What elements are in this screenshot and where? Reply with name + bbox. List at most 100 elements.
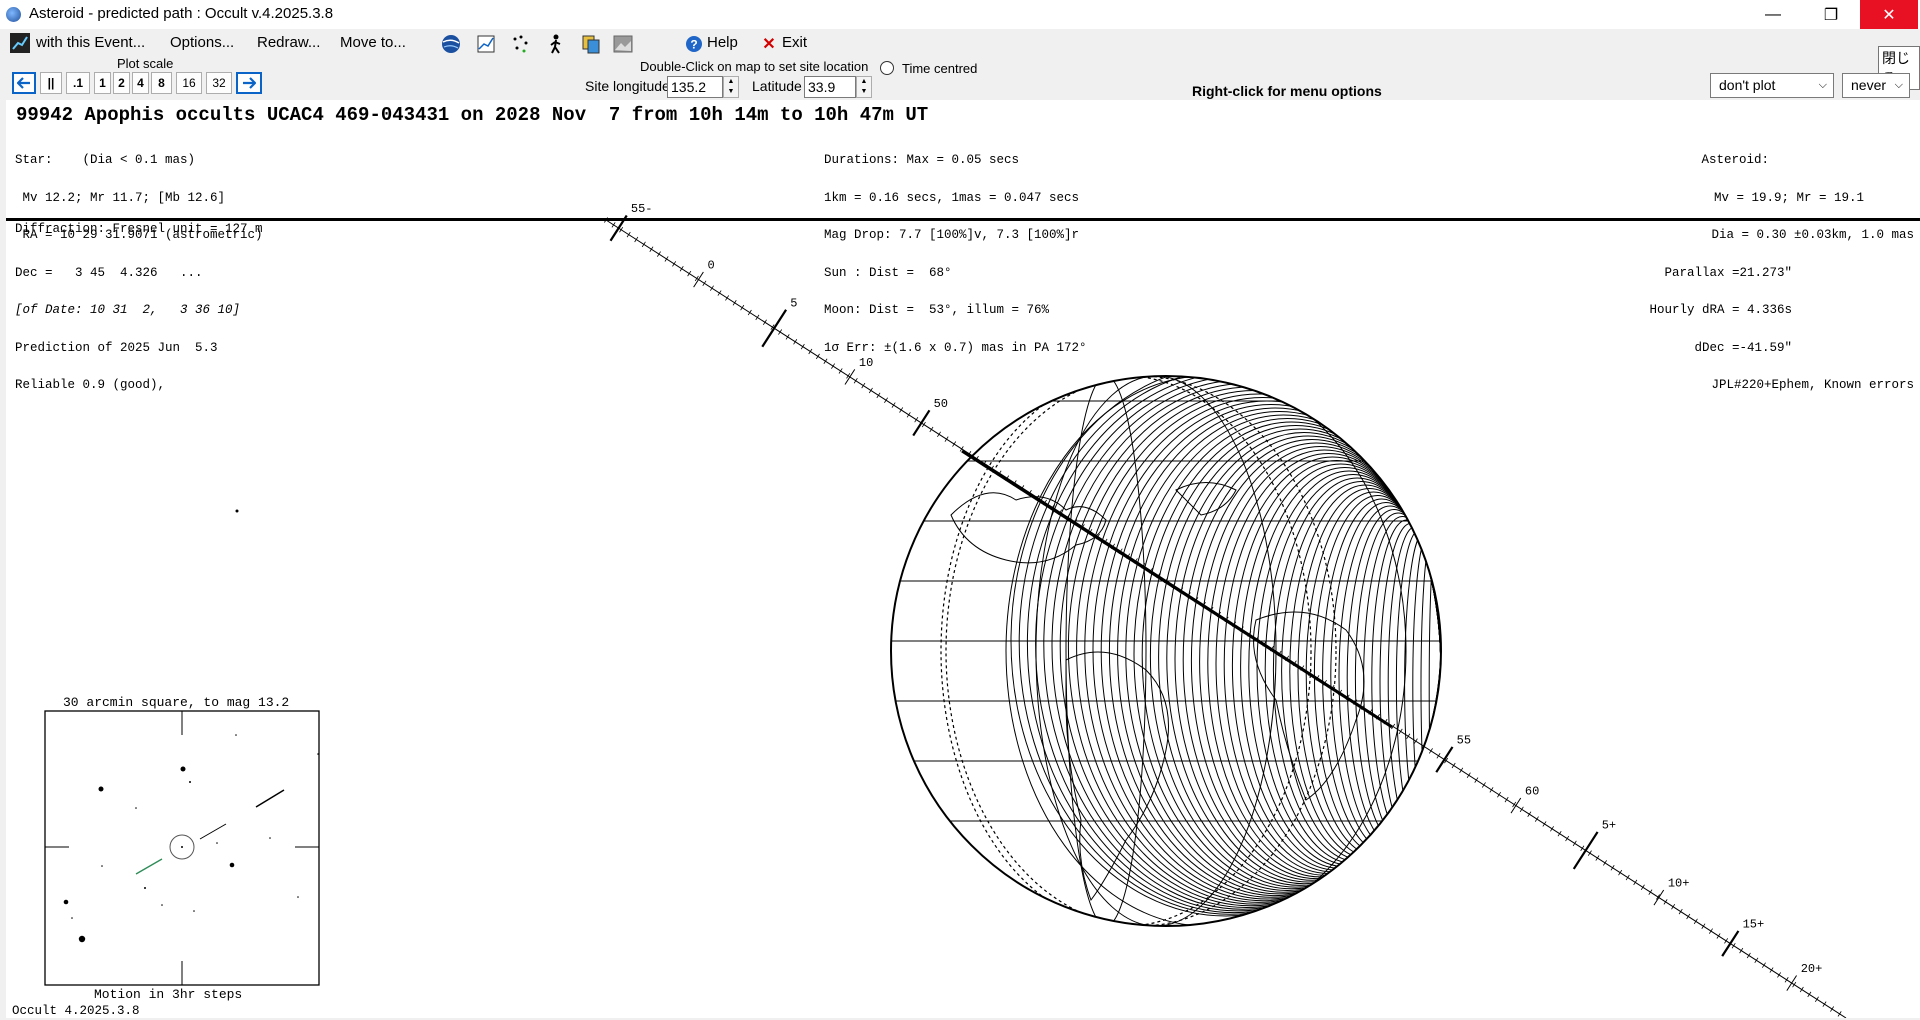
exit-icon[interactable]: ✕: [758, 33, 780, 55]
globe-icon[interactable]: [440, 33, 462, 55]
major-tick: [693, 271, 704, 288]
minor-tick: [808, 348, 813, 355]
minor-tick: [732, 300, 737, 306]
minor-tick: [1792, 981, 1797, 988]
time-centred-label: Time centred: [902, 61, 978, 76]
menu-with-this-event[interactable]: with this Event...: [36, 34, 145, 51]
minor-tick: [1837, 1011, 1842, 1017]
minor-tick: [755, 314, 760, 321]
close-button[interactable]: ✕: [1860, 0, 1918, 29]
latitude-input[interactable]: 33.9: [804, 76, 856, 98]
minor-tick: [884, 397, 888, 403]
minor-tick: [785, 334, 790, 340]
minor-tick: [626, 231, 631, 238]
minor-tick: [838, 368, 843, 374]
menu-move-to[interactable]: Move to...: [340, 34, 406, 51]
plot-scale-label: Plot scale: [117, 56, 174, 71]
track-tick-label: 5+: [1602, 819, 1616, 833]
longitude-spinner[interactable]: ▲ ▼: [723, 76, 739, 98]
minor-tick: [1784, 977, 1789, 983]
step-forward-button[interactable]: [236, 72, 262, 94]
minor-tick: [740, 304, 745, 311]
minor-tick: [1550, 826, 1554, 832]
minor-tick: [1610, 865, 1615, 871]
track-tick-label: 55-: [631, 202, 653, 216]
minor-tick: [1459, 767, 1464, 774]
title-bar: Asteroid - predicted path : Occult v.4.2…: [0, 0, 1920, 29]
scale-button-0.1[interactable]: .1: [66, 72, 90, 94]
plot-dropdown-value: don't plot: [1719, 77, 1776, 93]
minor-tick: [1716, 933, 1721, 939]
event-icon[interactable]: [10, 33, 30, 53]
major-tick: [1510, 797, 1522, 814]
minor-tick: [1640, 884, 1645, 891]
minor-tick: [937, 431, 941, 438]
copy-icon[interactable]: [580, 33, 602, 55]
site-marker: [235, 509, 239, 513]
minor-tick: [649, 246, 654, 252]
minor-tick: [876, 392, 881, 399]
scale-button-2[interactable]: 2: [113, 72, 130, 94]
major-tick: [844, 369, 856, 385]
minor-tick: [1481, 782, 1486, 788]
pause-button[interactable]: ||: [40, 72, 62, 94]
minimize-button[interactable]: —: [1744, 0, 1802, 29]
minor-tick: [778, 329, 783, 335]
plot-dropdown[interactable]: don't plot ⌵: [1710, 73, 1834, 98]
scatter-icon[interactable]: [510, 33, 532, 55]
maximize-button[interactable]: ❐: [1802, 0, 1860, 29]
menu-exit[interactable]: Exit: [782, 34, 807, 51]
latitude-spinner[interactable]: ▲ ▼: [856, 76, 872, 98]
chevron-down-icon: ⌵: [1818, 79, 1827, 91]
starchart-title: 30 arcmin square, to mag 13.2: [63, 695, 290, 710]
minor-tick: [1648, 889, 1653, 895]
occultation-plot[interactable]: 99942 Apophis occults UCAC4 469-043431 o…: [6, 100, 1920, 1018]
minor-tick: [1534, 816, 1539, 822]
track-tick-label: 5: [790, 296, 797, 310]
minor-tick: [1814, 996, 1819, 1003]
minor-tick: [1633, 879, 1638, 886]
minor-tick: [1436, 753, 1441, 759]
major-tick: [1653, 889, 1665, 906]
chart-icon[interactable]: [475, 33, 497, 55]
minor-tick: [1603, 860, 1607, 866]
image-icon[interactable]: [612, 33, 634, 55]
never-dropdown[interactable]: never ⌵: [1842, 73, 1910, 98]
minor-tick: [823, 358, 828, 364]
minor-tick: [1746, 952, 1751, 959]
menu-help[interactable]: Help: [707, 34, 738, 51]
minor-tick: [1709, 928, 1713, 934]
minor-tick: [1474, 777, 1479, 783]
step-back-button[interactable]: [12, 72, 36, 94]
help-icon[interactable]: ?: [683, 33, 705, 55]
major-tick: [761, 309, 788, 348]
minor-tick: [891, 402, 896, 408]
minor-tick: [604, 217, 608, 223]
minor-tick: [1572, 840, 1577, 847]
track-tick-label: 10: [859, 356, 873, 370]
scale-button-32[interactable]: 32: [206, 72, 232, 94]
major-tick: [1435, 746, 1454, 773]
scale-button-16[interactable]: 16: [176, 72, 202, 94]
minor-tick: [687, 270, 692, 277]
time-centred-radio[interactable]: [880, 61, 894, 75]
minor-tick: [709, 285, 714, 291]
minor-tick: [1489, 787, 1494, 793]
menu-redraw[interactable]: Redraw...: [257, 34, 320, 51]
scale-button-4[interactable]: 4: [132, 72, 149, 94]
earth-globe: [890, 375, 1442, 927]
minor-tick: [793, 339, 798, 345]
scale-button-8[interactable]: 8: [151, 72, 172, 94]
minor-tick: [1761, 962, 1766, 968]
longitude-input[interactable]: 135.2: [667, 76, 723, 98]
track-tick-label: 15+: [1743, 918, 1765, 932]
scale-button-1[interactable]: 1: [94, 72, 111, 94]
minor-tick: [944, 436, 949, 442]
minor-tick: [1587, 850, 1592, 856]
longitude-label: Site longitude: [585, 78, 670, 94]
minor-tick: [1466, 772, 1471, 778]
menu-options[interactable]: Options...: [170, 34, 234, 51]
right-click-hint: Right-click for menu options: [1192, 83, 1382, 99]
minor-tick: [1830, 1006, 1835, 1012]
walker-icon[interactable]: [545, 33, 567, 55]
